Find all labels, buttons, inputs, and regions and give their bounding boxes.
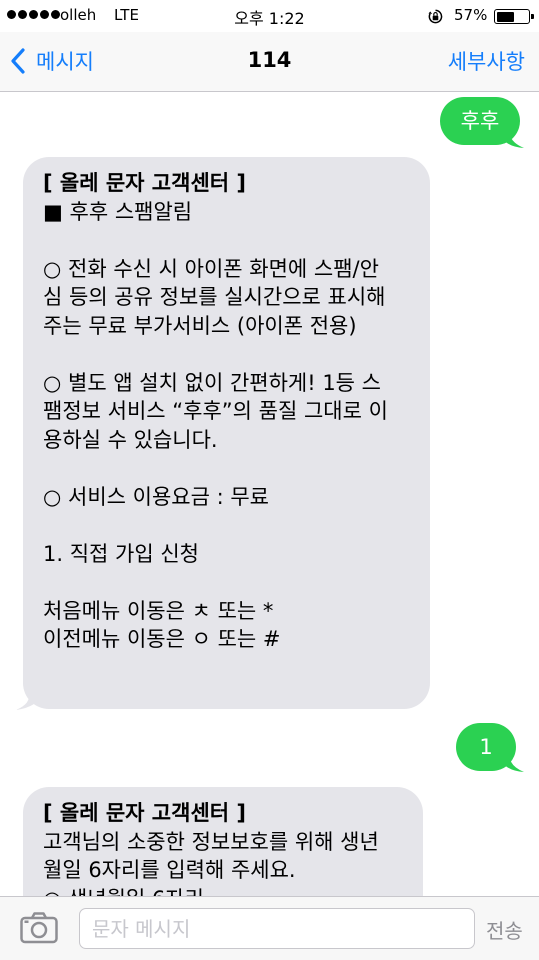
message-text-field[interactable] <box>79 908 475 949</box>
sent-message-bubble[interactable]: 후후 <box>440 97 520 145</box>
message-text: 후후 <box>460 109 500 133</box>
message-input-bar: 전송 <box>0 896 539 960</box>
navigation-bar: 메시지 114 세부사항 <box>0 32 539 92</box>
rotation-lock-icon <box>428 9 443 24</box>
camera-icon[interactable] <box>20 911 58 945</box>
message-line <box>43 340 412 369</box>
message-line: [ 올레 문자 고객센터 ] <box>43 801 246 825</box>
message-line <box>43 226 412 255</box>
message-line: [ 올레 문자 고객센터 ] <box>43 171 246 195</box>
back-button-label: 메시지 <box>36 50 94 74</box>
chevron-left-icon <box>11 48 25 74</box>
message-line <box>43 568 412 597</box>
message-line: 용하실 수 있습니다. <box>43 427 218 452</box>
back-button[interactable]: 메시지 <box>10 46 94 76</box>
message-line <box>43 511 412 540</box>
message-line: ○ 별도 앱 설치 없이 간편하게! 1등 스 <box>43 370 381 395</box>
details-button[interactable]: 세부사항 <box>448 46 525 76</box>
battery-icon <box>494 9 534 24</box>
message-line: 처음메뉴 이동은 ㅊ 또는 * <box>43 598 274 623</box>
message-line: ■ 후후 스팸알림 <box>43 199 193 224</box>
message-line: 주는 무료 부가서비스 (아이폰 전용) <box>43 313 357 338</box>
message-line: 고객님의 소중한 정보보호를 위해 생년 <box>43 829 379 854</box>
sent-message-bubble[interactable]: 1 <box>456 723 516 771</box>
received-message-bubble[interactable]: [ 올레 문자 고객센터 ] ■ 후후 스팸알림 ○ 전화 수신 시 아이폰 화… <box>23 157 430 709</box>
message-line: ○ 서비스 이용요금 : 무료 <box>43 484 269 509</box>
message-line <box>43 454 412 483</box>
message-line: 팸정보 서비스 “후후”의 품질 그대로 이 <box>43 399 388 423</box>
message-line: 심 등의 공유 정보를 실시간으로 표시해 <box>43 285 386 309</box>
status-bar: olleh LTE 오후 1:22 57% <box>0 0 539 32</box>
message-line: ○ 전화 수신 시 아이폰 화면에 스팸/안 <box>43 256 379 281</box>
message-line: 1. 직접 가입 신청 <box>43 541 199 566</box>
received-message-bubble[interactable]: [ 올레 문자 고객센터 ] 고객님의 소중한 정보보호를 위해 생년 월일 6… <box>23 787 423 896</box>
message-text: 1 <box>479 735 493 759</box>
send-button[interactable]: 전송 <box>486 915 523 944</box>
message-thread[interactable]: 후후 [ 올레 문자 고객센터 ] ■ 후후 스팸알림 ○ 전화 수신 시 아이… <box>0 93 539 896</box>
message-line: 이전메뉴 이동은 ㅇ 또는 # <box>43 627 281 651</box>
battery-percentage: 57% <box>454 6 488 24</box>
message-line: ○ 생년월일 6자리 <box>43 885 405 897</box>
message-line: 월일 6자리를 입력해 주세요. <box>43 858 296 882</box>
